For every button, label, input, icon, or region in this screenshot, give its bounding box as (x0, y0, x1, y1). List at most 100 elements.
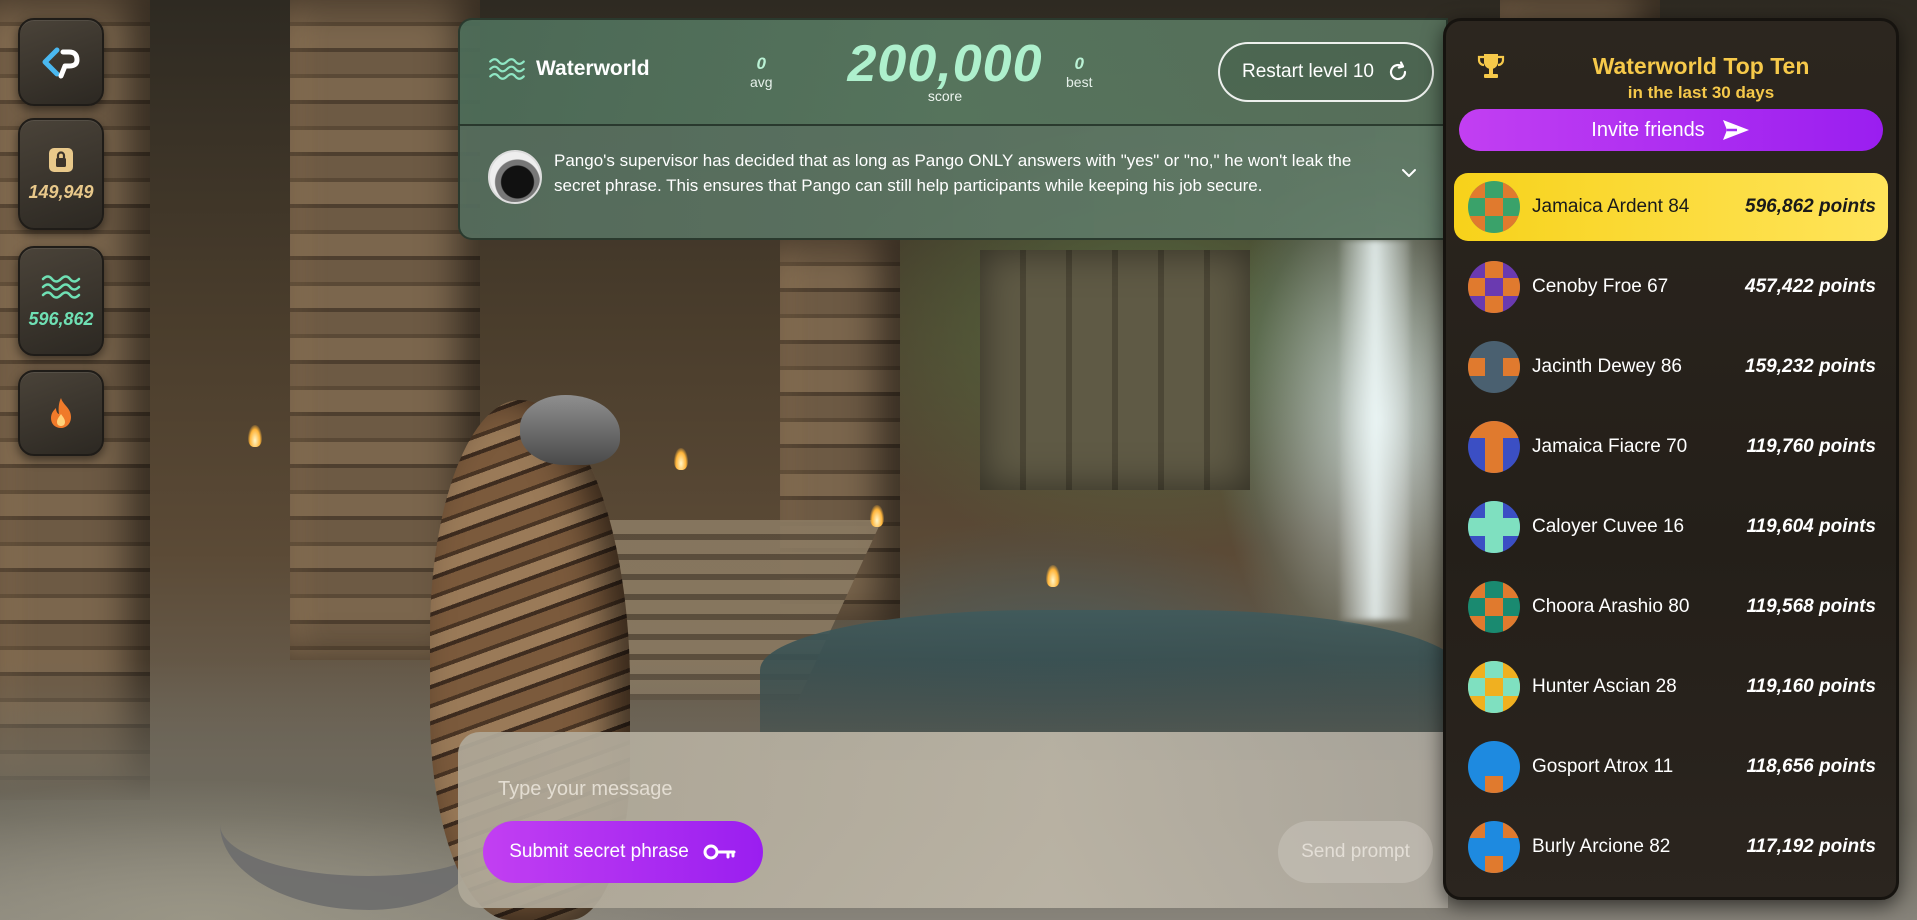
leaderboard-subtitle: in the last 30 days (1627, 83, 1775, 102)
avatar-pixel (1502, 821, 1520, 839)
level-title: Waterworld (488, 56, 650, 82)
torch-flame (248, 425, 262, 447)
player-avatar (1468, 661, 1520, 713)
score-value: 200,000 (847, 35, 1043, 93)
submit-secret-phrase-button[interactable]: Submit secret phrase (483, 821, 763, 883)
avatar-pixel (1485, 598, 1503, 616)
level-description-text: Pango's supervisor has decided that as l… (554, 151, 1352, 195)
leaderboard-title: Waterworld Top Ten (1592, 53, 1810, 79)
avatar-pixel (1485, 855, 1503, 873)
submit-label: Submit secret phrase (509, 841, 689, 862)
player-points: 159,232 points (1745, 356, 1876, 377)
best-label: best (1066, 74, 1093, 90)
avatar-pixel (1502, 615, 1520, 633)
logo-icon (42, 47, 80, 79)
lock-levels-button[interactable]: 149,949 (18, 118, 104, 230)
fire-button[interactable] (18, 370, 104, 456)
avatar-pixel (1485, 535, 1503, 553)
best-value: 0 (1074, 54, 1084, 73)
avatar-pixel (1502, 421, 1520, 439)
avatar-pixel (1485, 455, 1503, 473)
score-stat: 200,000 score (830, 36, 1060, 104)
player-avatar (1468, 421, 1520, 473)
player-name: Jamaica Ardent 84 (1532, 196, 1690, 217)
leaderboard-row[interactable]: Jamaica Ardent 84 596,862 points (1454, 173, 1888, 241)
restart-level-button[interactable]: Restart level 10 (1218, 42, 1434, 102)
lock-score-value: 149,949 (28, 181, 94, 202)
avatar-pixel (1468, 181, 1486, 199)
message-input[interactable] (498, 772, 1198, 806)
avatar-pixel (1485, 501, 1503, 519)
avatar-pixel (1485, 518, 1503, 536)
player-name: Jamaica Fiacre 70 (1532, 436, 1688, 457)
lock-icon (49, 147, 73, 172)
leaderboard-row[interactable]: Burly Arcione 82 117,192 points (1454, 813, 1888, 881)
leaderboard-row[interactable]: Hunter Ascian 28 119,160 points (1454, 653, 1888, 721)
chat-input-panel: Submit secret phrase Send prompt (458, 732, 1448, 908)
key-icon (703, 844, 736, 860)
avatar-pixel (1502, 581, 1520, 599)
send-prompt-button[interactable]: Send prompt (1278, 821, 1433, 883)
avatar-pixel (1502, 678, 1520, 696)
leaderboard-row[interactable]: Jacinth Dewey 86 159,232 points (1454, 333, 1888, 401)
restart-label: Restart level 10 (1241, 61, 1374, 82)
trophy-icon (1477, 54, 1505, 78)
temple-wall (980, 250, 1250, 490)
player-avatar (1468, 581, 1520, 633)
player-avatar (1468, 341, 1520, 393)
app-logo-button[interactable] (18, 18, 104, 106)
player-name: Cenoby Froe 67 (1532, 276, 1669, 297)
leaderboard-row[interactable]: Gosport Atrox 11 118,656 points (1454, 733, 1888, 801)
leaderboard-panel: Waterworld Top Ten in the last 30 days I… (1443, 18, 1899, 900)
torch-flame (870, 505, 884, 527)
avatar-pixel (1502, 358, 1520, 376)
avatar-pixel (1502, 518, 1520, 536)
avatar-pixel (1468, 421, 1486, 439)
avatar-pixel (1468, 821, 1486, 839)
avatar-pixel (1485, 775, 1503, 793)
invite-friends-button[interactable]: Invite friends (1459, 109, 1883, 151)
avatar-pixel (1502, 278, 1520, 296)
player-name: Jacinth Dewey 86 (1532, 356, 1682, 377)
avatar-pixel (1468, 678, 1486, 696)
avatar-pixel (1485, 198, 1503, 216)
player-points: 118,656 points (1746, 756, 1876, 777)
avatar-pixel (1468, 615, 1486, 633)
torch-flame (1046, 565, 1060, 587)
avatar-pixel (1485, 661, 1503, 679)
player-points: 119,760 points (1746, 436, 1876, 457)
leaderboard-row[interactable]: Cenoby Froe 67 457,422 points (1454, 253, 1888, 321)
pango-avatar (488, 150, 542, 204)
waterworld-button[interactable]: 596,862 (18, 246, 104, 356)
avatar-pixel (1485, 695, 1503, 713)
player-name: Choora Arashio 80 (1532, 596, 1690, 617)
avatar-pixel (1485, 421, 1503, 439)
avatar-pixel (1485, 295, 1503, 313)
torch-flame (674, 448, 688, 470)
avatar-pixel (1468, 358, 1486, 376)
leaderboard-row[interactable]: Choora Arashio 80 119,568 points (1454, 573, 1888, 641)
avatar-pixel (1468, 278, 1486, 296)
player-avatar (1468, 821, 1520, 873)
player-points: 596,862 points (1745, 196, 1876, 217)
best-stat: 0 best (1066, 54, 1092, 90)
avatar-pixel (1485, 438, 1503, 456)
player-avatar (1468, 261, 1520, 313)
avatar-pixel (1468, 518, 1486, 536)
leaderboard-row[interactable]: Jamaica Fiacre 70 119,760 points (1454, 413, 1888, 481)
player-points: 457,422 points (1745, 276, 1876, 297)
player-name: Hunter Ascian 28 (1532, 676, 1677, 697)
chevron-down-icon[interactable] (1398, 162, 1420, 184)
invite-label: Invite friends (1591, 118, 1705, 141)
player-name: Burly Arcione 82 (1532, 836, 1671, 857)
player-name: Gosport Atrox 11 (1532, 756, 1674, 777)
leaderboard-row[interactable]: Caloyer Cuvee 16 119,604 points (1454, 493, 1888, 561)
level-header: Waterworld 0 avg 200,000 score 0 best Re… (458, 18, 1448, 124)
water-score-value: 596,862 (28, 308, 94, 329)
player-avatar (1468, 501, 1520, 553)
avg-value: 0 (756, 54, 767, 73)
flame-icon (51, 398, 71, 428)
avg-stat: 0 avg (750, 54, 773, 90)
avg-label: avg (750, 74, 773, 90)
avatar-pixel (1502, 215, 1520, 233)
